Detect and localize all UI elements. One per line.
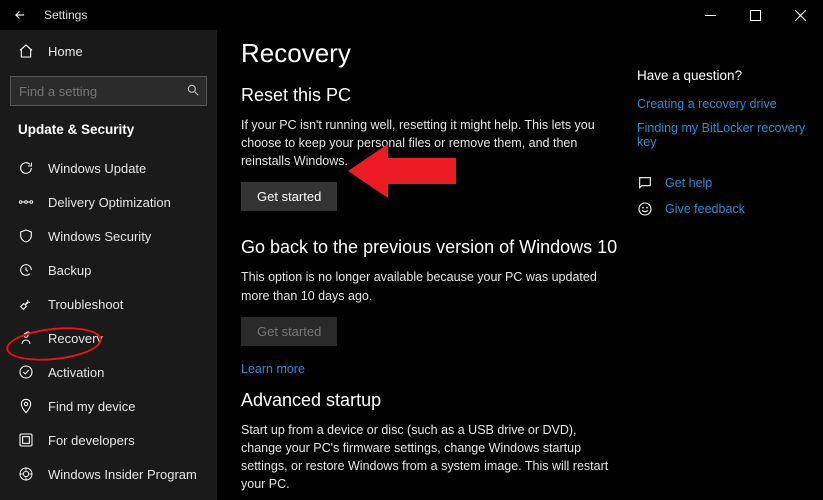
recovery-icon <box>18 330 34 346</box>
sidebar-item-label: Recovery <box>48 331 217 346</box>
search-wrap <box>10 76 207 106</box>
sidebar-item-label: Windows Security <box>48 229 217 244</box>
have-a-question-title: Have a question? <box>637 68 823 83</box>
advanced-section-desc: Start up from a device or disc (such as … <box>241 421 621 494</box>
sidebar-item-label: Activation <box>48 365 217 380</box>
arrow-left-icon <box>13 8 27 22</box>
sidebar: Home Update & Security Windows Update De… <box>0 30 217 500</box>
recovery-drive-link[interactable]: Creating a recovery drive <box>637 97 823 111</box>
goback-section-desc: This option is no longer available becau… <box>241 268 621 304</box>
close-icon <box>795 10 806 21</box>
search-icon <box>185 82 201 98</box>
delivery-icon <box>18 194 34 210</box>
developers-icon <box>18 432 34 448</box>
activation-icon <box>18 364 34 380</box>
minimize-button[interactable] <box>688 0 733 30</box>
sidebar-item-label: Delivery Optimization <box>48 195 217 210</box>
home-icon <box>18 43 34 59</box>
sidebar-item-backup[interactable]: Backup <box>0 253 217 287</box>
get-help-link[interactable]: Get help <box>665 176 712 190</box>
sidebar-home-label: Home <box>48 44 217 59</box>
reset-section-title: Reset this PC <box>241 85 621 106</box>
sidebar-item-windows-update[interactable]: Windows Update <box>0 151 217 185</box>
close-button[interactable] <box>778 0 823 30</box>
advanced-section-title: Advanced startup <box>241 390 621 411</box>
search-input[interactable] <box>10 76 207 106</box>
window-title: Settings <box>40 8 87 22</box>
back-button[interactable] <box>0 0 40 30</box>
sidebar-item-label: Windows Update <box>48 161 217 176</box>
location-icon <box>18 398 34 414</box>
goback-get-started-button: Get started <box>241 317 337 346</box>
sidebar-home[interactable]: Home <box>0 34 217 68</box>
sidebar-category-label: Update & Security <box>0 116 217 151</box>
sidebar-item-find-my-device[interactable]: Find my device <box>0 389 217 423</box>
shield-icon <box>18 228 34 244</box>
titlebar: Settings <box>0 0 823 30</box>
help-icon <box>637 175 653 191</box>
bitlocker-key-link[interactable]: Finding my BitLocker recovery key <box>637 121 823 149</box>
give-feedback-link[interactable]: Give feedback <box>665 202 745 216</box>
main-content: Recovery Reset this PC If your PC isn't … <box>217 30 823 500</box>
maximize-icon <box>750 10 761 21</box>
goback-section-title: Go back to the previous version of Windo… <box>241 237 621 258</box>
reset-section-desc: If your PC isn't running well, resetting… <box>241 116 621 170</box>
page-title: Recovery <box>241 38 621 69</box>
sidebar-item-windows-security[interactable]: Windows Security <box>0 219 217 253</box>
sidebar-item-delivery-optimization[interactable]: Delivery Optimization <box>0 185 217 219</box>
sidebar-item-label: Backup <box>48 263 217 278</box>
reset-get-started-button[interactable]: Get started <box>241 182 337 211</box>
maximize-button[interactable] <box>733 0 778 30</box>
sidebar-item-label: Windows Insider Program <box>48 467 217 482</box>
minimize-icon <box>705 10 716 21</box>
sync-icon <box>18 160 34 176</box>
feedback-icon <box>637 201 653 217</box>
troubleshoot-icon <box>18 296 34 312</box>
sidebar-item-label: Find my device <box>48 399 217 414</box>
sidebar-item-windows-insider[interactable]: Windows Insider Program <box>0 457 217 491</box>
right-column: Have a question? Creating a recovery dri… <box>637 38 823 500</box>
sidebar-item-label: For developers <box>48 433 217 448</box>
give-feedback-row[interactable]: Give feedback <box>637 201 823 217</box>
insider-icon <box>18 466 34 482</box>
learn-more-link[interactable]: Learn more <box>241 362 621 376</box>
get-help-row[interactable]: Get help <box>637 175 823 191</box>
backup-icon <box>18 262 34 278</box>
sidebar-item-activation[interactable]: Activation <box>0 355 217 389</box>
sidebar-item-for-developers[interactable]: For developers <box>0 423 217 457</box>
sidebar-item-troubleshoot[interactable]: Troubleshoot <box>0 287 217 321</box>
sidebar-item-recovery[interactable]: Recovery <box>0 321 217 355</box>
sidebar-item-label: Troubleshoot <box>48 297 217 312</box>
